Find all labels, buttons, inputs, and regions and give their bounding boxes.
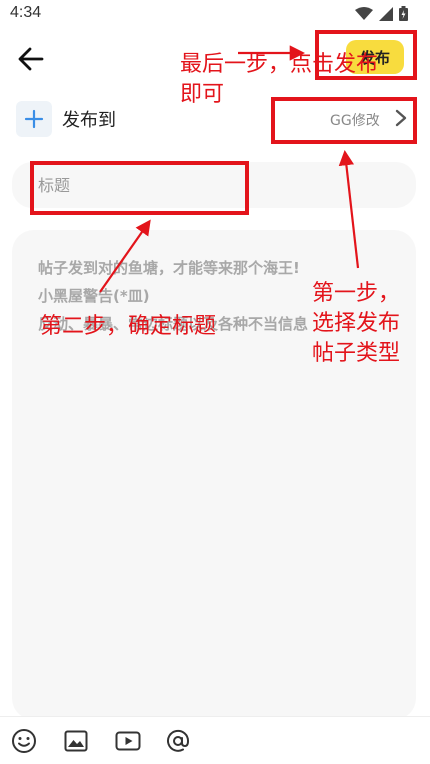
annotation-step-last-line2: 即可 — [180, 82, 225, 107]
mention-button[interactable] — [164, 727, 192, 755]
back-button[interactable] — [16, 44, 46, 74]
annotation-step-one-line1: 第一步， — [312, 281, 401, 306]
annotation-step-one-line2: 选择发布 — [312, 311, 401, 336]
signal-icon — [379, 6, 393, 21]
emoji-button[interactable] — [10, 727, 38, 755]
status-icons — [355, 6, 408, 21]
arrow-left-icon — [18, 47, 44, 71]
content-placeholder-line: 帖子发到对的鱼塘，才能等来那个海王! — [38, 259, 300, 277]
status-time: 4:34 — [10, 4, 42, 21]
annotation-step-two: 第二步，确定标题 — [40, 314, 217, 339]
wifi-icon — [355, 6, 373, 20]
annotation-step-last-line1: 最后一步，点击发布 — [180, 52, 379, 77]
video-icon — [115, 731, 141, 751]
plus-icon — [24, 109, 44, 129]
video-button[interactable] — [114, 727, 142, 755]
add-category-button[interactable] — [16, 101, 52, 137]
image-icon — [64, 730, 88, 752]
status-bar: 4:34 — [0, 0, 430, 30]
image-button[interactable] — [62, 727, 90, 755]
category-label: 发布到 — [62, 110, 116, 131]
emoji-icon — [12, 729, 36, 753]
bottom-toolbar — [0, 716, 430, 764]
annotation-step-one-line3: 帖子类型 — [312, 341, 401, 366]
annotation-box-title — [30, 161, 249, 215]
annotation-box-category — [271, 97, 417, 144]
battery-icon — [399, 6, 408, 21]
at-icon — [167, 729, 190, 752]
